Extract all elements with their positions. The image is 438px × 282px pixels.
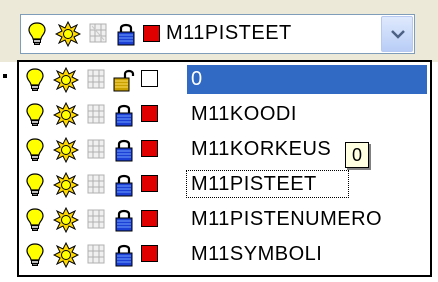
layer-name: M11KOODI bbox=[191, 103, 297, 125]
lightbulb-icon[interactable] bbox=[27, 21, 47, 47]
grid-icon[interactable] bbox=[86, 103, 106, 125]
sun-icon[interactable] bbox=[52, 66, 80, 94]
color-swatch[interactable] bbox=[141, 105, 158, 122]
sun-icon[interactable] bbox=[54, 20, 82, 48]
lock-icon[interactable] bbox=[113, 137, 135, 163]
grid-icon[interactable] bbox=[86, 208, 106, 230]
selection-highlight bbox=[187, 65, 427, 94]
lightbulb-icon[interactable] bbox=[25, 102, 45, 128]
grid-icon[interactable] bbox=[86, 173, 106, 195]
lightbulb-icon[interactable] bbox=[25, 242, 45, 268]
list-item[interactable]: M11KOODI bbox=[19, 97, 430, 132]
sun-icon[interactable] bbox=[52, 171, 80, 199]
stray-dot bbox=[3, 74, 7, 78]
lock-icon[interactable] bbox=[115, 21, 137, 47]
list-item[interactable]: M11SYMBOLI bbox=[19, 237, 430, 272]
sun-icon[interactable] bbox=[52, 136, 80, 164]
lock-icon[interactable] bbox=[113, 172, 135, 198]
combo-selected-label: M11PISTEET bbox=[166, 22, 292, 44]
sun-icon[interactable] bbox=[52, 241, 80, 269]
lightbulb-icon[interactable] bbox=[25, 67, 45, 93]
layer-dropdown-screen: M11PISTEET 0 M11KOODI M11KORKEUS M11PIST… bbox=[0, 0, 438, 282]
sun-icon[interactable] bbox=[52, 101, 80, 129]
grid-icon[interactable] bbox=[86, 243, 106, 265]
layer-name: M11PISTENUMERO bbox=[191, 208, 383, 230]
layer-name: 0 bbox=[191, 68, 203, 90]
dropdown-arrow-button[interactable] bbox=[381, 16, 413, 52]
unlock-icon[interactable] bbox=[113, 67, 135, 93]
layer-name: M11SYMBOLI bbox=[191, 243, 323, 265]
color-swatch[interactable] bbox=[141, 175, 158, 192]
layer-combo-box[interactable]: M11PISTEET bbox=[20, 14, 415, 54]
lock-icon[interactable] bbox=[113, 207, 135, 233]
sun-icon[interactable] bbox=[52, 206, 80, 234]
layer-name: M11PISTEET bbox=[191, 173, 317, 195]
lock-icon[interactable] bbox=[113, 242, 135, 268]
toolbar-area: M11PISTEET bbox=[0, 0, 438, 62]
list-item[interactable]: M11PISTEET bbox=[19, 167, 430, 202]
layer-dropdown-list[interactable]: 0 M11KOODI M11KORKEUS M11PISTEET M11PIST… bbox=[17, 60, 432, 277]
color-swatch[interactable] bbox=[141, 210, 158, 227]
grid-icon[interactable] bbox=[86, 68, 106, 90]
lightbulb-icon[interactable] bbox=[25, 172, 45, 198]
color-swatch[interactable] bbox=[143, 25, 160, 42]
lightbulb-icon[interactable] bbox=[25, 137, 45, 163]
lock-icon[interactable] bbox=[113, 102, 135, 128]
list-item[interactable]: M11PISTENUMERO bbox=[19, 202, 430, 237]
color-swatch[interactable] bbox=[141, 140, 158, 157]
grid-icon[interactable] bbox=[88, 22, 108, 44]
color-swatch[interactable] bbox=[141, 245, 158, 262]
list-item[interactable]: 0 bbox=[19, 62, 430, 97]
chevron-down-icon bbox=[391, 30, 405, 39]
color-swatch[interactable] bbox=[141, 70, 158, 87]
tooltip: 0 bbox=[345, 142, 369, 168]
grid-icon[interactable] bbox=[86, 138, 106, 160]
layer-name: M11KORKEUS bbox=[191, 138, 332, 160]
lightbulb-icon[interactable] bbox=[25, 207, 45, 233]
